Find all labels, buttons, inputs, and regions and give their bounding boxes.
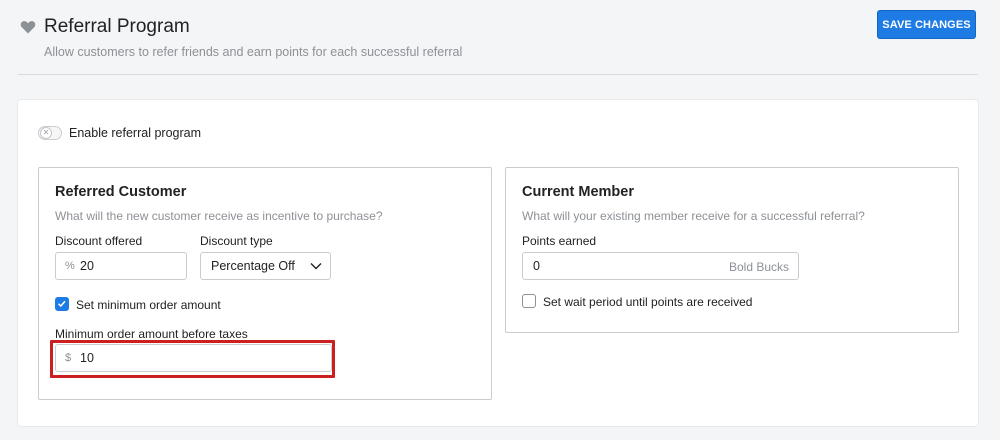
min-order-checkbox-label: Set minimum order amount — [76, 298, 221, 312]
dollar-prefix: $ — [65, 352, 72, 364]
discount-type-label: Discount type — [200, 234, 273, 248]
wait-period-checkbox[interactable] — [522, 294, 536, 308]
toggle-off-icon: ✕ — [40, 127, 52, 139]
min-order-checkbox[interactable] — [55, 297, 69, 311]
page-subtitle: Allow customers to refer friends and ear… — [44, 45, 463, 59]
chevron-down-icon — [310, 263, 322, 270]
current-member-panel: Current Member What will your existing m… — [505, 167, 959, 333]
discount-offered-input[interactable]: % 20 — [55, 252, 187, 280]
enable-referral-toggle[interactable]: ✕ — [38, 126, 62, 140]
min-order-amount-label: Minimum order amount before taxes — [55, 327, 248, 341]
enable-referral-label: Enable referral program — [69, 126, 202, 140]
bold-bucks-suffix: Bold Bucks — [728, 260, 789, 274]
points-earned-value: 0 — [533, 259, 540, 273]
current-member-title: Current Member — [522, 184, 634, 200]
referred-customer-description: What will the new customer receive as in… — [55, 209, 383, 223]
checkmark-icon — [58, 300, 66, 308]
discount-offered-value: 20 — [80, 259, 94, 273]
points-earned-label: Points earned — [522, 234, 597, 248]
page-title: Referral Program — [44, 16, 190, 37]
discount-offered-label: Discount offered — [55, 234, 143, 248]
wait-period-checkbox-label: Set wait period until points are receive… — [543, 295, 753, 309]
discount-type-value: Percentage Off — [211, 259, 295, 273]
heart-icon — [20, 21, 36, 34]
referred-customer-panel: Referred Customer What will the new cust… — [38, 167, 492, 400]
percent-prefix: % — [65, 260, 75, 272]
discount-type-select[interactable]: Percentage Off — [200, 252, 331, 280]
current-member-description: What will your existing member receive f… — [522, 209, 865, 223]
min-order-amount-value: 10 — [80, 351, 94, 365]
referred-customer-title: Referred Customer — [55, 184, 187, 200]
min-order-amount-input[interactable]: $ 10 — [55, 344, 332, 372]
points-earned-input[interactable]: 0 Bold Bucks — [522, 252, 799, 280]
save-changes-button[interactable]: SAVE CHANGES — [877, 10, 976, 39]
header-divider — [18, 74, 978, 75]
